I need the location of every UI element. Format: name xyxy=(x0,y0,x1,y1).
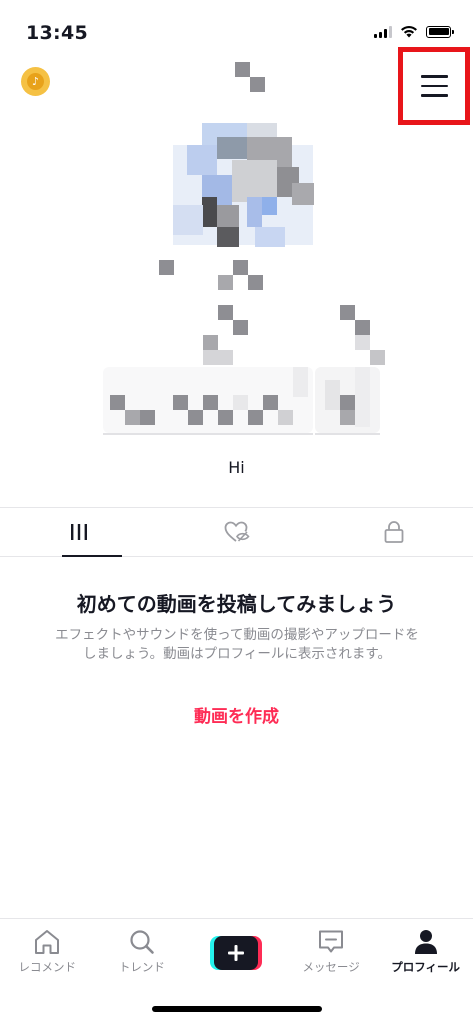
liked-hidden-icon xyxy=(224,521,250,542)
nav-search-label: トレンド xyxy=(118,960,165,974)
battery-icon xyxy=(426,25,454,38)
bottom-nav: レコメンド トレンド メッセージ プロフィール xyxy=(0,918,473,984)
coin-icon[interactable]: ♪ xyxy=(21,67,50,96)
wifi-icon xyxy=(401,25,417,38)
inbox-icon xyxy=(319,930,344,953)
status-time: 13:45 xyxy=(26,22,88,44)
plus-icon xyxy=(228,945,245,961)
videos-grid-icon xyxy=(70,524,87,540)
cellular-signal-icon xyxy=(374,25,392,38)
tab-liked[interactable] xyxy=(158,508,316,556)
profile-tabs xyxy=(0,507,473,557)
empty-state-description: エフェクトやサウンドを使って動画の撮影やアップロードをしましょう。動画はプロフィ… xyxy=(55,627,419,662)
status-icons xyxy=(374,25,454,38)
profile-bio: Hi xyxy=(228,458,245,477)
nav-home[interactable]: レコメンド xyxy=(0,919,95,984)
home-icon xyxy=(35,930,60,954)
menu-icon-line xyxy=(420,94,448,97)
nav-create[interactable] xyxy=(189,919,284,984)
nav-inbox-label: メッセージ xyxy=(302,960,360,974)
create-video-link[interactable]: 動画を作成 xyxy=(0,702,473,727)
nav-profile-label: プロフィール xyxy=(391,960,461,974)
tab-private[interactable] xyxy=(315,508,473,556)
empty-state-title: 初めての動画を投稿してみましょう xyxy=(76,592,397,616)
nav-profile[interactable]: プロフィール xyxy=(378,919,473,984)
create-button[interactable] xyxy=(210,936,263,970)
menu-button[interactable] xyxy=(398,47,470,125)
menu-icon-line xyxy=(420,75,448,78)
pixelated-avatar xyxy=(95,55,395,440)
search-icon xyxy=(130,930,154,954)
tab-videos[interactable] xyxy=(0,508,158,557)
person-icon xyxy=(414,930,437,954)
menu-icon-line xyxy=(420,84,448,88)
lock-icon xyxy=(384,521,404,543)
nav-home-label: レコメンド xyxy=(18,960,77,974)
nav-search[interactable]: トレンド xyxy=(95,919,190,984)
nav-inbox[interactable]: メッセージ xyxy=(284,919,379,984)
home-indicator[interactable] xyxy=(152,1006,322,1012)
